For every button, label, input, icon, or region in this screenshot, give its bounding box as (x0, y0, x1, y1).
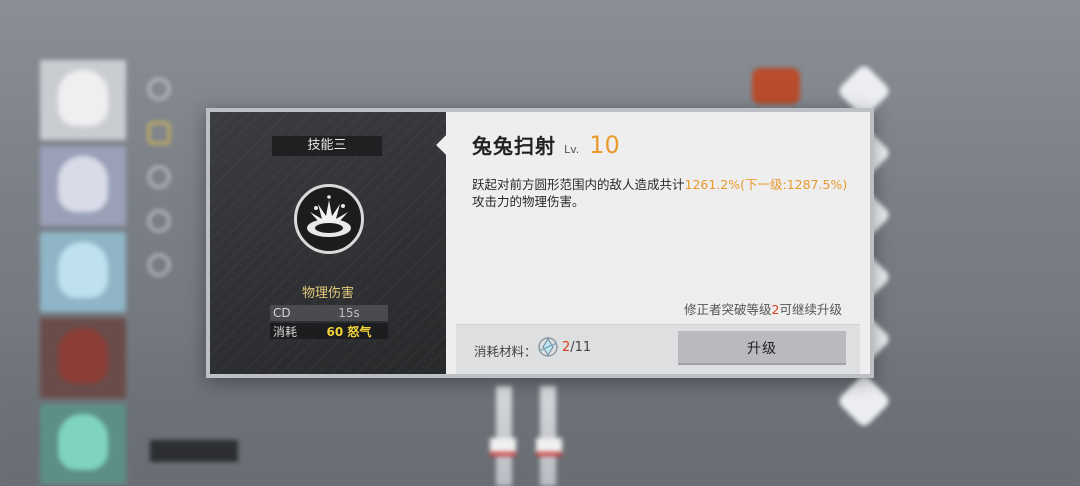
level-label: Lv. (564, 143, 580, 156)
weapon-icon (148, 210, 170, 232)
rage-cost-row: 消耗 60 怒气 (270, 323, 388, 339)
material-count: 2/11 (562, 340, 591, 355)
character-portrait[interactable] (40, 318, 126, 398)
skill-description: 跃起对前方圆形范围内的敌人造成共计1261.2%(下一级:1287.5%) 攻击力… (472, 176, 856, 210)
cooldown-label: CD (273, 306, 291, 320)
description-suffix: 攻击力的物理伤害。 (472, 194, 585, 209)
roster-filter[interactable] (150, 440, 238, 462)
portrait-art (58, 414, 108, 470)
skill-name: 兔兔扫射 (472, 134, 556, 158)
character-portrait[interactable] (40, 146, 126, 226)
portrait-art (58, 242, 108, 298)
link-icon (148, 254, 170, 276)
side-menu-item[interactable] (148, 74, 218, 104)
skill-title-row: 兔兔扫射 Lv. 10 (472, 130, 620, 159)
character-portrait[interactable] (40, 60, 126, 140)
material-required: /11 (570, 340, 592, 355)
character-model (478, 370, 578, 486)
material-label: 消耗材料： (474, 344, 537, 359)
character-leg (540, 386, 556, 486)
requirement-suffix: 可继续升级 (779, 302, 842, 317)
level-value: 10 (589, 131, 620, 159)
damage-type-label: 物理伤害 (301, 286, 354, 301)
skill-detail-pane: 兔兔扫射 Lv. 10 跃起对前方圆形范围内的敌人造成共计1261.2%(下一级… (446, 112, 870, 374)
shockwave-crater-icon-graphic (307, 195, 351, 237)
crystal-core-icon[interactable] (536, 335, 560, 359)
character-portrait[interactable] (40, 232, 126, 312)
element-badge-icon (752, 68, 800, 104)
shockwave-crater-icon (294, 184, 364, 254)
upgrade-requirement: 修正者突破等级2可继续升级 (684, 299, 842, 318)
portrait-art (58, 156, 108, 212)
character-leg (496, 386, 512, 486)
damage-multiplier: 1261.2%(下一级:1287.5%) (684, 177, 848, 192)
cooldown-value: 15s (338, 306, 360, 320)
attribute-icon (148, 78, 170, 100)
description-prefix: 跃起对前方圆形范围内的敌人造成共计 (472, 177, 685, 192)
character-shoe (490, 438, 516, 456)
requirement-prefix: 修正者突破等级 (684, 302, 772, 317)
character-portrait[interactable] (40, 404, 126, 484)
portrait-art (58, 70, 108, 126)
skill-hex-icon (836, 373, 892, 429)
skill-detail-dialog: 技能三 物理伤害 CD 15s 消耗 60 怒气 兔兔扫射 Lv. 10 跃起对… (206, 108, 874, 378)
upgrade-button[interactable]: 升级 (678, 331, 846, 365)
character-roster (40, 60, 128, 486)
character-shoe (536, 438, 562, 456)
rage-cost-label: 消耗 (273, 324, 298, 339)
portrait-art (58, 328, 108, 384)
rage-cost-value: 60 怒气 (326, 324, 372, 339)
skill-summary-pane: 技能三 物理伤害 CD 15s 消耗 60 怒气 (210, 112, 446, 374)
skill-list-item[interactable] (836, 370, 988, 432)
skill-slot-label: 技能三 (272, 136, 382, 156)
material-cost-bar: 消耗材料： 2/11 升级 (456, 324, 860, 374)
equipment-icon (148, 166, 170, 188)
cooldown-row: CD 15s (270, 305, 388, 321)
skill-icon (148, 122, 170, 144)
